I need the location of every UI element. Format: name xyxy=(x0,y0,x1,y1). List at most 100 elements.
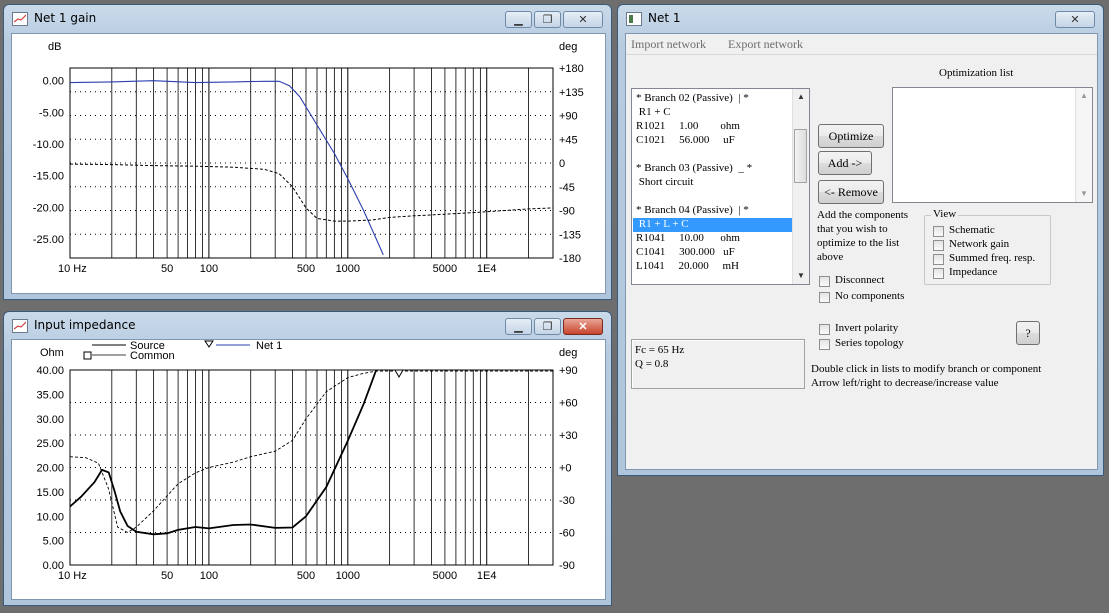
branch-list-item[interactable]: Short circuit xyxy=(636,176,694,190)
impedance-label: Impedance xyxy=(949,266,998,278)
y-right-tick-label: +60 xyxy=(559,398,578,410)
y-left-tick-label: 40.00 xyxy=(36,365,64,377)
fc-value: Fc = 65 Hz xyxy=(635,344,685,356)
x-tick-label: 10 Hz xyxy=(58,570,87,582)
optimization-list[interactable]: ▲ ▼ xyxy=(892,87,1093,203)
invert-polarity-checkbox[interactable] xyxy=(819,324,830,335)
summed-freq-resp-checkbox[interactable] xyxy=(933,254,944,265)
minimize-icon: ▁ xyxy=(514,321,523,333)
impedance-plot-area[interactable]: 40.00 35.00 30.00 25.00 20.00 15.00 10.00 5.00 0… xyxy=(11,339,606,600)
branch-list-item[interactable]: L1041 20.000 mH xyxy=(636,260,739,274)
series-topology-label: Series topology xyxy=(835,337,904,349)
y-right-tick-label: +90 xyxy=(559,111,578,123)
impedance-titlebar[interactable]: Input impedance ▁ ❐ ✕ xyxy=(4,312,611,340)
y-left-tick-label: 0.00 xyxy=(43,76,64,88)
no-components-label: No components xyxy=(835,290,905,302)
remove-button[interactable]: <- Remove xyxy=(818,180,884,204)
maximize-button[interactable]: ❐ xyxy=(534,11,561,28)
y-left-tick-label: 10.00 xyxy=(36,511,64,523)
x-tick-label: 500 xyxy=(297,263,315,275)
minimize-button[interactable]: ▁ xyxy=(505,11,532,28)
minimize-button[interactable]: ▁ xyxy=(505,318,532,335)
disconnect-label: Disconnect xyxy=(835,274,885,286)
no-components-checkbox[interactable] xyxy=(819,292,830,303)
y-left-tick-label: 15.00 xyxy=(36,487,64,499)
add-button[interactable]: Add -> xyxy=(818,151,872,175)
menu-import-network[interactable]: Import network xyxy=(631,37,706,52)
branch-list-item[interactable]: R1 + L + C xyxy=(633,218,796,232)
series-topology-checkbox[interactable] xyxy=(819,339,830,350)
x-tick-label: 500 xyxy=(297,570,315,582)
impedance-checkbox[interactable] xyxy=(933,268,944,279)
menu-export-network[interactable]: Export network xyxy=(728,37,803,52)
network-gain-label: Network gain xyxy=(949,238,1010,250)
x-tick-label: 5000 xyxy=(433,570,457,582)
add-hint-line-4: above xyxy=(817,251,844,263)
summed-freq-resp-label: Summed freq. resp. xyxy=(949,252,1036,264)
y-right-tick-label: -135 xyxy=(559,229,581,241)
x-tick-label: 1E4 xyxy=(477,570,497,582)
y-left-tick-label: -5.00 xyxy=(39,107,64,119)
schematic-checkbox[interactable] xyxy=(933,226,944,237)
close-button[interactable]: ✕ xyxy=(563,318,603,335)
add-hint-line-3: optimize to the list xyxy=(817,237,900,249)
branch-list-item[interactable]: C1041 300.000 uF xyxy=(636,246,735,260)
branch-list-item[interactable]: R1041 10.00 ohm xyxy=(636,232,740,246)
scroll-up-icon[interactable]: ▲ xyxy=(793,89,809,105)
x-tick-label: 1000 xyxy=(336,570,360,582)
x-tick-label: 100 xyxy=(200,263,218,275)
y-left-tick-label: 5.00 xyxy=(43,536,64,548)
y-right-tick-label: +45 xyxy=(559,134,578,146)
scroll-up-icon[interactable]: ▲ xyxy=(1076,88,1092,104)
optimization-list-label: Optimization list xyxy=(939,67,1014,79)
scroll-thumb[interactable] xyxy=(794,129,807,183)
invert-polarity-label: Invert polarity xyxy=(835,322,899,334)
window-title: Input impedance xyxy=(34,318,136,332)
net-titlebar[interactable]: Net 1 ✕ xyxy=(618,5,1103,33)
view-group-label: View xyxy=(931,208,959,220)
x-tick-label: 100 xyxy=(200,570,218,582)
y-right-unit: deg xyxy=(559,41,577,53)
scroll-down-icon[interactable]: ▼ xyxy=(1076,186,1092,202)
y-right-tick-label: +30 xyxy=(559,430,578,442)
hint-line-1: Double click in lists to modify branch o… xyxy=(811,363,1042,375)
branch-list-scrollbar[interactable]: ▲ ▼ xyxy=(792,89,809,284)
scroll-down-icon[interactable]: ▼ xyxy=(793,268,809,284)
branch-list-item[interactable]: * Branch 02 (Passive) | * xyxy=(636,92,749,106)
y-right-tick-label: +135 xyxy=(559,87,584,99)
close-button[interactable]: ✕ xyxy=(563,11,603,28)
y-right-tick-label: 0 xyxy=(559,158,565,170)
y-right-tick-label: -30 xyxy=(559,495,575,507)
gain-titlebar[interactable]: Net 1 gain ▁ ❐ ✕ xyxy=(4,5,611,33)
close-icon: ✕ xyxy=(578,321,588,333)
graph-icon xyxy=(12,12,28,26)
x-tick-label: 5000 xyxy=(433,263,457,275)
legend-common-label: Common xyxy=(130,350,175,362)
view-group: View Schematic Network gain Summed freq.… xyxy=(924,208,1051,285)
maximize-button[interactable]: ❐ xyxy=(534,318,561,335)
x-tick-label: 1000 xyxy=(336,263,360,275)
y-left-tick-label: -20.00 xyxy=(33,202,64,214)
y-left-tick-label: -10.00 xyxy=(33,139,64,151)
add-hint-line-2: that you wish to xyxy=(817,223,888,235)
branch-list-item[interactable]: R1021 1.00 ohm xyxy=(636,120,740,134)
window-title: Net 1 xyxy=(648,11,681,25)
disconnect-checkbox[interactable] xyxy=(819,276,830,287)
branch-list-item[interactable]: * Branch 03 (Passive) _ * xyxy=(636,162,752,176)
close-button[interactable]: ✕ xyxy=(1055,11,1095,28)
net-window: Net 1 ✕ Import network Export network * … xyxy=(617,4,1104,476)
impedance-window: Input impedance ▁ ❐ ✕ 40.00 35.00 30.00 25.… xyxy=(3,311,612,606)
x-tick-label: 50 xyxy=(161,263,173,275)
y-left-unit: dB xyxy=(48,41,61,53)
branch-list-item[interactable]: C1021 56.000 uF xyxy=(636,134,735,148)
help-button[interactable]: ? xyxy=(1016,321,1040,345)
optimization-list-scrollbar[interactable]: ▲ ▼ xyxy=(1075,88,1092,202)
optimize-button[interactable]: Optimize xyxy=(818,124,884,148)
y-right-tick-label: -90 xyxy=(559,560,575,572)
network-gain-checkbox[interactable] xyxy=(933,240,944,251)
gain-plot-area[interactable]: 0.00 -5.00 -10.00 -15.00 -20.00 -25.00 +180 +13… xyxy=(11,33,606,294)
branch-list[interactable]: * Branch 02 (Passive) | * R1 + C R1021 1.… xyxy=(631,88,810,285)
branch-list-item[interactable]: R1 + C xyxy=(636,106,671,120)
branch-list-item[interactable]: * Branch 04 (Passive) | * xyxy=(636,204,749,218)
net-client: Import network Export network * Branch 0… xyxy=(625,33,1098,470)
